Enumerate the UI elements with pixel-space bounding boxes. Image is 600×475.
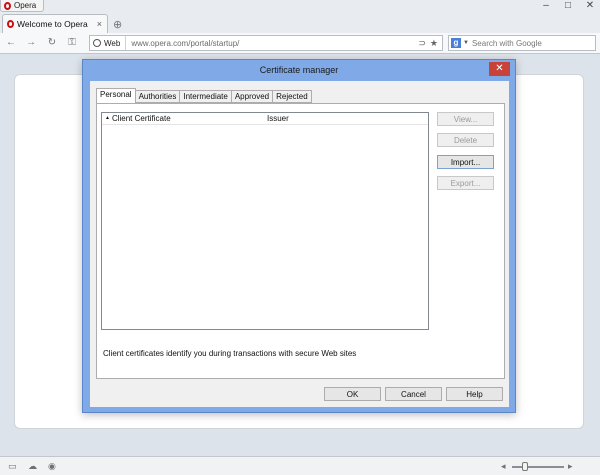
dialog-body: Personal Authorities Intermediate Approv…: [90, 81, 509, 407]
certificate-tabs: Personal Authorities Intermediate Approv…: [96, 88, 312, 103]
maximize-icon[interactable]: □: [562, 1, 574, 11]
tab-rejected[interactable]: Rejected: [273, 90, 312, 103]
opera-logo-icon: [4, 1, 11, 10]
zoom-slider[interactable]: [512, 466, 564, 468]
reload-icon[interactable]: ↻: [45, 36, 59, 50]
zoom-slider-handle[interactable]: [522, 462, 528, 471]
help-button[interactable]: Help: [446, 387, 503, 401]
forward-icon[interactable]: →: [24, 36, 38, 50]
column-client-certificate-label: Client Certificate: [111, 114, 171, 123]
tab-close-icon[interactable]: ×: [97, 19, 102, 29]
delete-button[interactable]: Delete: [437, 133, 494, 147]
opera-menu-button[interactable]: Opera: [0, 0, 44, 12]
chevron-down-icon[interactable]: ▼: [463, 40, 469, 46]
key-icon[interactable]: ⚿: [65, 36, 79, 50]
dialog-title: Certificate manager: [259, 65, 339, 75]
tab-favicon-icon: [7, 20, 14, 28]
cloud-icon[interactable]: ☁: [28, 461, 37, 472]
tab-authorities[interactable]: Authorities: [135, 90, 181, 103]
tab-approved[interactable]: Approved: [231, 90, 274, 103]
ok-button[interactable]: OK: [324, 387, 381, 401]
view-button[interactable]: View...: [437, 112, 494, 126]
personal-description: Client certificates identify you during …: [103, 349, 357, 358]
turbo-icon[interactable]: ◉: [48, 461, 56, 472]
browser-tab[interactable]: Welcome to Opera ×: [2, 14, 108, 33]
column-client-certificate[interactable]: ▲ Client Certificate: [102, 114, 267, 123]
tab-personal[interactable]: Personal: [96, 88, 136, 103]
site-badge-label: Web: [104, 38, 121, 48]
dialog-buttons: OK Cancel Help: [324, 387, 503, 401]
bookmark-star-icon[interactable]: ★: [430, 38, 438, 49]
back-icon[interactable]: ←: [4, 36, 18, 50]
close-window-icon[interactable]: ✕: [584, 1, 596, 11]
new-tab-icon[interactable]: ⊕: [113, 18, 122, 31]
browser-titlebar: Opera – □ ✕ Welcome to Opera × ⊕: [0, 0, 600, 33]
window-controls: – □ ✕: [540, 1, 596, 11]
personal-tab-panel: ▲ Client Certificate Issuer Client certi…: [96, 103, 505, 379]
rss-icon[interactable]: ⊃: [418, 38, 426, 49]
certificate-list[interactable]: ▲ Client Certificate Issuer: [101, 112, 429, 330]
globe-icon: [93, 39, 101, 47]
search-placeholder: Search with Google: [471, 38, 542, 48]
site-badge[interactable]: Web: [90, 36, 127, 50]
status-bar: ▭ ☁ ◉ ◂ ▸: [0, 456, 600, 475]
zoom-in-icon[interactable]: ▸: [568, 461, 573, 472]
navigation-bar: ← → ↻ ⚿ Web www.opera.com/portal/startup…: [0, 33, 600, 54]
panel-toggle-icon[interactable]: ▭: [8, 461, 17, 472]
opera-menu-label: Opera: [14, 1, 37, 10]
zoom-out-icon[interactable]: ◂: [501, 461, 506, 472]
dialog-close-icon[interactable]: ✕: [489, 62, 510, 76]
export-button[interactable]: Export...: [437, 176, 494, 190]
tab-intermediate[interactable]: Intermediate: [180, 90, 232, 103]
tab-title: Welcome to Opera: [17, 19, 88, 29]
url-text[interactable]: www.opera.com/portal/startup/: [126, 39, 418, 48]
list-header: ▲ Client Certificate Issuer: [102, 113, 428, 125]
certificate-manager-dialog: Certificate manager ✕ Personal Authoriti…: [82, 59, 516, 413]
search-field[interactable]: g ▼ Search with Google: [448, 35, 596, 51]
sort-ascending-icon: ▲: [105, 115, 110, 121]
import-button[interactable]: Import...: [437, 155, 494, 169]
column-issuer[interactable]: Issuer: [267, 114, 289, 123]
certificate-actions: View... Delete Import... Export...: [437, 112, 494, 197]
address-bar[interactable]: Web www.opera.com/portal/startup/ ⊃ ★: [89, 35, 443, 51]
google-icon[interactable]: g: [451, 38, 461, 48]
minimize-icon[interactable]: –: [540, 1, 552, 11]
cancel-button[interactable]: Cancel: [385, 387, 442, 401]
